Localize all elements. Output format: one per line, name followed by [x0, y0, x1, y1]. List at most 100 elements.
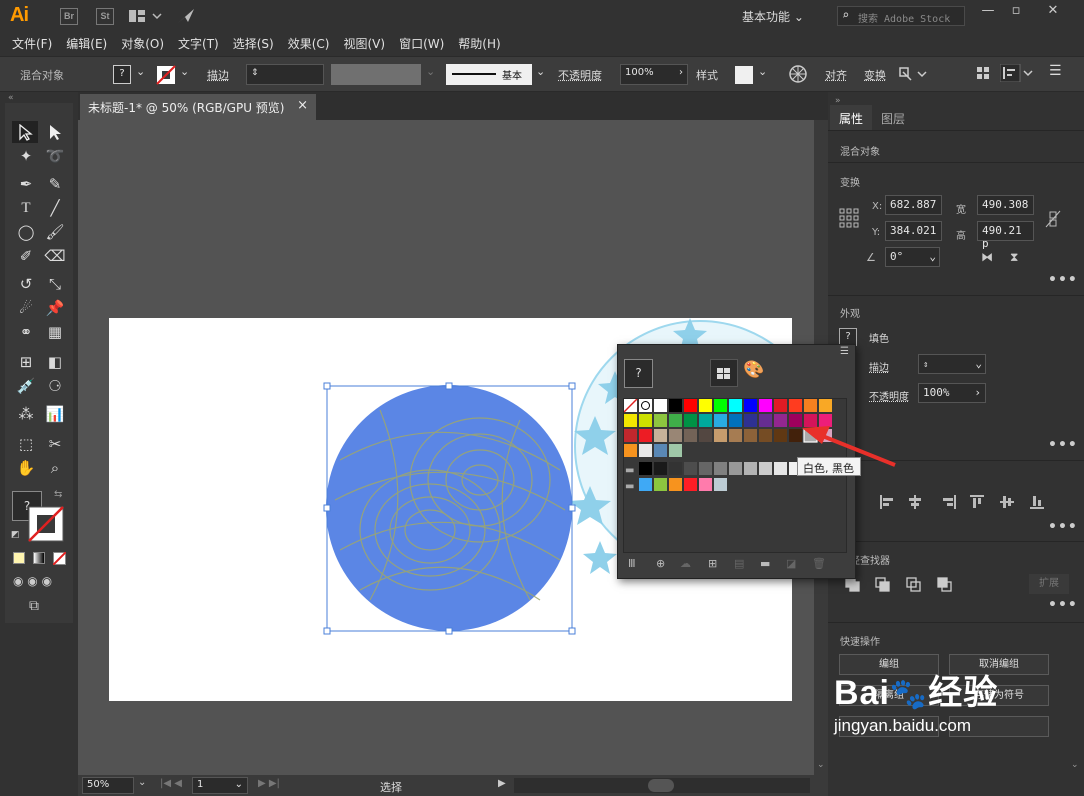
swatch-cell[interactable]	[654, 399, 667, 412]
tab-layers[interactable]: 图层	[881, 110, 905, 127]
opacity-label-panel[interactable]: 不透明度	[869, 388, 909, 403]
stroke-label-panel[interactable]: 描边	[869, 359, 889, 374]
group-swatch-cell[interactable]	[654, 478, 667, 491]
swatch-cell[interactable]	[654, 414, 667, 427]
menu-file[interactable]: 文件(F)	[12, 32, 52, 56]
collapse-icon[interactable]: «	[8, 93, 14, 103]
swatch-cell[interactable]	[759, 414, 772, 427]
swatch-cell[interactable]	[789, 399, 802, 412]
chevron-down-icon[interactable]: ⌄	[536, 65, 545, 78]
column-graph-icon[interactable]: 📊	[44, 404, 66, 424]
y-field[interactable]: 384.021	[885, 221, 942, 241]
group-swatch-cell[interactable]	[639, 478, 652, 491]
workspace-switcher[interactable]: 基本功能 ⌄	[742, 8, 804, 25]
more-options-icon[interactable]: •••	[1048, 519, 1078, 535]
symbol-sprayer-icon[interactable]: ⁂	[15, 404, 37, 424]
menu-view[interactable]: 视图(V)	[343, 32, 385, 56]
rotation-field[interactable]: 0° ⌄	[885, 247, 940, 267]
horizontal-scrollbar[interactable]	[514, 778, 810, 793]
menu-type[interactable]: 文字(T)	[178, 32, 219, 56]
artboard-number-field[interactable]: 1 ⌄	[192, 777, 248, 794]
swatch-cell[interactable]	[624, 444, 637, 457]
menu-object[interactable]: 对象(O)	[121, 32, 164, 56]
swatch-cell[interactable]	[684, 429, 697, 442]
group-swatch-cell[interactable]	[669, 478, 682, 491]
draw-normal-icon[interactable]: ◉ ◉ ◉	[13, 574, 52, 588]
paintbrush-icon[interactable]: 🖌	[44, 222, 66, 242]
swatches-view-button[interactable]	[710, 359, 738, 387]
constrain-proportions-icon[interactable]	[1045, 210, 1061, 228]
swatch-cell[interactable]	[729, 429, 742, 442]
swap-colors-icon[interactable]: ⇆	[54, 489, 62, 500]
swatch-cell[interactable]	[714, 414, 727, 427]
swatch-cell[interactable]	[744, 414, 757, 427]
gray-swatch-cell[interactable]	[684, 462, 697, 475]
close-window-button[interactable]: ✕	[1043, 2, 1063, 22]
blend-sphere-artwork[interactable]	[320, 380, 580, 640]
gray-swatch-cell[interactable]	[774, 462, 787, 475]
line-icon[interactable]: ╱	[44, 198, 66, 218]
swatch-cell[interactable]	[819, 399, 832, 412]
chevron-down-icon[interactable]: ⌄	[1071, 760, 1079, 770]
gray-swatch-cell[interactable]	[759, 462, 772, 475]
group-swatch-cell[interactable]	[714, 478, 727, 491]
pen-icon[interactable]: ✒	[15, 174, 37, 194]
stroke-swatch-icon[interactable]	[156, 65, 176, 85]
swatch-cell[interactable]	[714, 399, 727, 412]
gray-swatch-cell[interactable]	[699, 462, 712, 475]
swatch-cell[interactable]	[684, 414, 697, 427]
gray-swatch-cell[interactable]	[744, 462, 757, 475]
opacity-panel-field[interactable]: 100% ›	[918, 383, 986, 403]
more-options-icon[interactable]: •••	[1048, 597, 1078, 613]
height-field[interactable]: 490.21 p	[977, 221, 1034, 250]
menu-effect[interactable]: 效果(C)	[288, 32, 330, 56]
swatch-cell[interactable]	[639, 429, 652, 442]
swatch-cell[interactable]	[684, 399, 697, 412]
graphic-style-swatch[interactable]	[735, 66, 753, 84]
stroke-weight-field[interactable]: ⇕	[246, 64, 324, 85]
gray-swatch-cell[interactable]	[639, 462, 652, 475]
flip-horizontal-icon[interactable]: ⧓	[981, 250, 993, 264]
gray-swatch-cell[interactable]	[714, 462, 727, 475]
new-swatch-icon[interactable]: ◪	[786, 557, 796, 570]
scroll-thumb[interactable]	[648, 779, 674, 792]
gray-swatch-cell[interactable]	[729, 462, 742, 475]
opacity-label[interactable]: 不透明度	[558, 67, 602, 83]
color-mode-icon[interactable]	[13, 552, 25, 564]
blend-icon[interactable]: ⚆	[44, 376, 66, 396]
group-swatch-cell[interactable]	[699, 478, 712, 491]
flip-vertical-icon[interactable]: ⧗	[1010, 250, 1018, 265]
swatch-cell[interactable]	[624, 414, 637, 427]
group-swatch-cell[interactable]	[684, 478, 697, 491]
swatch-cell[interactable]	[759, 429, 772, 442]
chevron-down-icon[interactable]: ⌄	[817, 760, 825, 770]
reference-point-icon[interactable]	[839, 208, 859, 228]
curvature-icon[interactable]: ✎	[44, 174, 66, 194]
chevron-down-icon[interactable]: ⌄	[136, 65, 145, 78]
align-label[interactable]: 对齐	[825, 67, 847, 83]
shape-builder-icon[interactable]: ⚭	[15, 322, 37, 342]
swatch-options-icon[interactable]: ▤	[734, 557, 744, 570]
add-swatch-icon[interactable]: ⊕	[656, 557, 665, 570]
swatch-cell[interactable]	[639, 414, 652, 427]
bridge-button[interactable]: Br	[60, 8, 78, 25]
chevron-down-icon[interactable]: ⌄	[138, 777, 146, 788]
mesh-icon[interactable]: ⊞	[15, 352, 37, 372]
menu-select[interactable]: 选择(S)	[233, 32, 274, 56]
gray-swatch-cell[interactable]	[654, 462, 667, 475]
opacity-field[interactable]: 100% ›	[620, 64, 688, 85]
swatch-cell[interactable]	[699, 399, 712, 412]
gradient-icon[interactable]: ◧	[44, 352, 66, 372]
swatch-cell[interactable]	[699, 429, 712, 442]
swatch-cell[interactable]	[774, 414, 787, 427]
group-button[interactable]: 编组	[839, 654, 939, 675]
zoom-field[interactable]: 50%	[82, 777, 134, 794]
width-field[interactable]: 490.308	[977, 195, 1034, 215]
swatch-cell[interactable]	[669, 429, 682, 442]
selection-tool-icon[interactable]	[18, 124, 34, 141]
eyedropper-icon[interactable]: 💉	[15, 376, 37, 396]
expand-button[interactable]: 扩展	[1029, 574, 1069, 594]
stock-button[interactable]: St	[96, 8, 114, 25]
cloud-icon[interactable]: ☁	[680, 557, 691, 570]
grid-icon[interactable]	[976, 66, 990, 80]
